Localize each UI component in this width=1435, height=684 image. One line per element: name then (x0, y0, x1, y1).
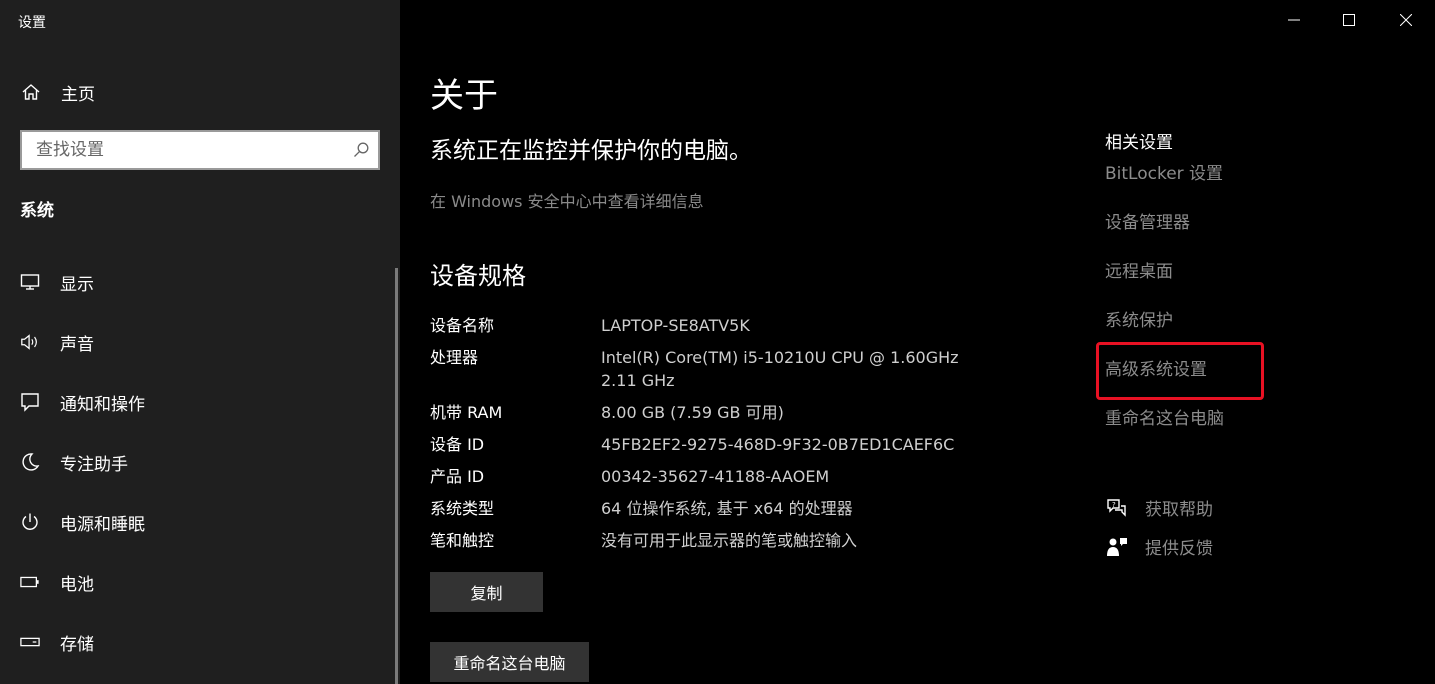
speaker-icon (20, 332, 40, 352)
remote-desktop-link[interactable]: 远程桌面 (1105, 259, 1224, 308)
page-title: 关于 (430, 76, 498, 116)
get-help-label: 获取帮助 (1145, 500, 1213, 520)
feedback-label: 提供反馈 (1145, 539, 1213, 559)
search-input[interactable] (22, 132, 344, 168)
spec-value: Intel(R) Core(TM) i5-10210U CPU @ 1.60GH… (601, 348, 974, 390)
sidebar-item-focus-assist[interactable]: 专注助手 (0, 432, 395, 492)
device-manager-link[interactable]: 设备管理器 (1105, 210, 1224, 259)
minimize-icon (1288, 11, 1300, 30)
feedback-icon (1105, 535, 1129, 559)
sidebar-item-label: 通知和操作 (60, 394, 145, 415)
sidebar-item-battery[interactable]: 电池 (0, 552, 395, 612)
related-settings-list: BitLocker 设置 设备管理器 远程桌面 系统保护 高级系统设置 重命名这… (1105, 161, 1224, 455)
spec-row: 笔和触控 没有可用于此显示器的笔或触控输入 (430, 529, 1000, 552)
home-icon (20, 81, 42, 103)
spec-key: 设备 ID (430, 435, 485, 454)
rename-pc-button[interactable]: 重命名这台电脑 (430, 642, 589, 682)
spec-key: 机带 RAM (430, 403, 503, 422)
spec-key: 设备名称 (430, 316, 495, 335)
related-settings-title: 相关设置 (1105, 133, 1173, 153)
protection-status: 系统正在监控并保护你的电脑。 (430, 138, 752, 164)
feedback-link[interactable]: 提供反馈 (1105, 527, 1213, 566)
close-button[interactable] (1378, 0, 1434, 40)
maximize-button[interactable] (1321, 0, 1377, 40)
help-section: ? 获取帮助 提供反馈 (1105, 488, 1213, 566)
search-box[interactable] (20, 130, 380, 170)
sidebar: 设置 主页 系统 显示 声音 通知和操作 (0, 0, 400, 684)
advanced-system-settings-link[interactable]: 高级系统设置 (1105, 357, 1224, 406)
maximize-icon (1343, 11, 1355, 30)
storage-icon (20, 632, 40, 652)
spec-value: 00342-35627-41188-AAOEM (601, 467, 830, 486)
system-protection-link[interactable]: 系统保护 (1105, 308, 1224, 357)
search-icon[interactable] (344, 132, 378, 168)
spec-row: 设备名称 LAPTOP-SE8ATV5K (430, 314, 1000, 337)
sidebar-item-label: 专注助手 (60, 454, 128, 475)
sidebar-nav: 显示 声音 通知和操作 专注助手 电源和睡眠 电池 存储 (0, 252, 395, 672)
spec-row: 产品 ID 00342-35627-41188-AAOEM (430, 465, 1000, 488)
power-icon (20, 512, 40, 532)
get-help-link[interactable]: ? 获取帮助 (1105, 488, 1213, 527)
spec-value: 45FB2EF2-9275-468D-9F32-0B7ED1CAEF6C (601, 435, 955, 454)
section-title: 系统 (20, 201, 54, 221)
spec-value: 64 位操作系统, 基于 x64 的处理器 (601, 499, 853, 518)
bitlocker-settings-link[interactable]: BitLocker 设置 (1105, 161, 1224, 210)
close-icon (1399, 11, 1413, 30)
spec-row: 系统类型 64 位操作系统, 基于 x64 的处理器 (430, 497, 1000, 520)
spec-value: 8.00 GB (7.59 GB 可用) (601, 403, 784, 422)
sidebar-home[interactable]: 主页 (20, 79, 95, 105)
rename-pc-link[interactable]: 重命名这台电脑 (1105, 406, 1224, 455)
spec-key: 处理器 (430, 348, 479, 367)
sidebar-item-storage[interactable]: 存储 (0, 612, 395, 672)
spec-key: 系统类型 (430, 499, 495, 518)
notification-icon (20, 392, 40, 412)
home-label: 主页 (61, 84, 95, 105)
spec-key: 产品 ID (430, 467, 485, 486)
spec-row: 设备 ID 45FB2EF2-9275-468D-9F32-0B7ED1CAEF… (430, 433, 1000, 456)
spec-key: 笔和触控 (430, 531, 495, 550)
windows-security-link[interactable]: 在 Windows 安全中心中查看详细信息 (430, 188, 704, 212)
spec-value: 没有可用于此显示器的笔或触控输入 (601, 531, 858, 550)
monitor-icon (20, 272, 40, 292)
sidebar-item-label: 电源和睡眠 (60, 514, 145, 535)
spec-row: 处理器 Intel(R) Core(TM) i5-10210U CPU @ 1.… (430, 346, 1000, 392)
sidebar-scrollbar[interactable] (395, 268, 398, 684)
sidebar-item-label: 显示 (60, 274, 94, 295)
minimize-button[interactable] (1266, 0, 1322, 40)
sidebar-item-display[interactable]: 显示 (0, 252, 395, 312)
battery-icon (20, 572, 40, 592)
help-chat-icon: ? (1105, 496, 1129, 520)
svg-text:?: ? (1112, 501, 1116, 509)
sidebar-item-notifications[interactable]: 通知和操作 (0, 372, 395, 432)
sidebar-item-label: 声音 (60, 334, 94, 355)
sidebar-item-label: 电池 (60, 574, 94, 595)
sidebar-item-power-sleep[interactable]: 电源和睡眠 (0, 492, 395, 552)
sidebar-item-sound[interactable]: 声音 (0, 312, 395, 372)
copy-button[interactable]: 复制 (430, 572, 543, 612)
moon-icon (20, 452, 40, 472)
spec-row: 机带 RAM 8.00 GB (7.59 GB 可用) (430, 401, 1000, 424)
sidebar-item-label: 存储 (60, 634, 94, 655)
spec-value: LAPTOP-SE8ATV5K (601, 316, 750, 335)
device-specs-table: 设备名称 LAPTOP-SE8ATV5K 处理器 Intel(R) Core(T… (430, 314, 1000, 561)
device-specs-title: 设备规格 (430, 262, 526, 290)
app-title: 设置 (18, 15, 46, 31)
